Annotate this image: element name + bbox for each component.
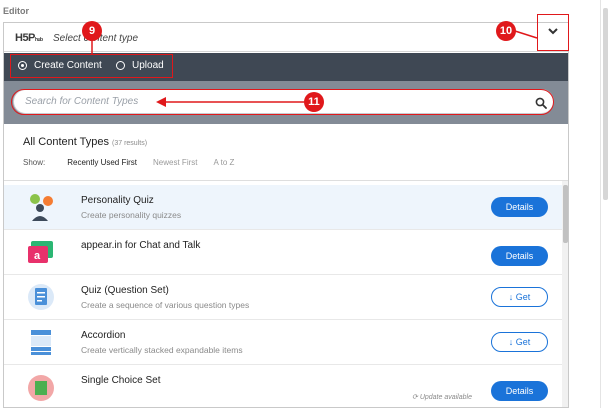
list-scrollbar[interactable]	[562, 181, 568, 407]
content-type-title: Single Choice Set	[81, 375, 161, 386]
single-choice-icon	[28, 375, 54, 401]
content-types-title: All Content Types	[23, 136, 110, 148]
appear-in-icon: a	[28, 241, 53, 263]
details-button[interactable]: Details	[491, 381, 548, 401]
editor-root: Editor H5Phub Select content type Create…	[0, 0, 610, 408]
content-type-title: Quiz (Question Set)	[81, 285, 169, 296]
content-type-title: Personality Quiz	[81, 195, 154, 206]
list-item[interactable]: Personality Quiz Create personality quiz…	[4, 185, 562, 230]
download-arrow-icon: ↓	[508, 337, 516, 347]
content-type-description: Create vertically stacked expandable ite…	[81, 345, 243, 355]
annotation-9-box	[10, 54, 173, 78]
content-type-panel: H5Phub Select content type Create Conten…	[3, 22, 569, 408]
content-type-description: Create personality quizzes	[81, 210, 182, 220]
list-item[interactable]: Accordion Create vertically stacked expa…	[4, 320, 562, 365]
annotation-badge: 10	[496, 21, 516, 41]
sort-a-to-z[interactable]: A to Z	[213, 158, 234, 167]
page-scrollbar[interactable]	[600, 0, 610, 408]
update-available-note: ⟳ Update available	[412, 394, 472, 401]
refresh-icon: ⟳	[412, 394, 420, 401]
list-scroll-thumb[interactable]	[563, 185, 568, 243]
list-item[interactable]: a appear.in for Chat and Talk Details	[4, 230, 562, 275]
content-type-list: Personality Quiz Create personality quiz…	[4, 185, 562, 407]
list-item[interactable]: Single Choice Set ⟳ Update available Det…	[4, 365, 562, 407]
accordion-icon	[31, 330, 51, 355]
get-button[interactable]: ↓ Get	[491, 287, 548, 307]
content-type-title: appear.in for Chat and Talk	[81, 240, 201, 251]
divider	[4, 180, 568, 181]
list-item[interactable]: Quiz (Question Set) Create a sequence of…	[4, 275, 562, 320]
get-button[interactable]: ↓ Get	[491, 332, 548, 352]
content-type-title: Accordion	[81, 330, 126, 341]
sort-label: Show:	[23, 158, 46, 167]
sort-recently-used[interactable]: Recently Used First	[67, 158, 137, 167]
annotation-11-box	[11, 89, 554, 115]
sort-options: Show: Recently Used First Newest First A…	[23, 158, 250, 167]
page-scroll-thumb[interactable]	[603, 8, 608, 200]
quiz-icon	[28, 284, 54, 310]
get-button-label: Get	[515, 292, 531, 302]
download-arrow-icon: ↓	[508, 292, 516, 302]
svg-text:a: a	[34, 250, 41, 262]
annotation-badge: 11	[304, 92, 324, 112]
details-button[interactable]: Details	[491, 197, 548, 217]
content-types-heading: All Content Types (37 results)	[23, 136, 147, 148]
get-button-label: Get	[515, 337, 531, 347]
editor-label: Editor	[3, 6, 29, 16]
h5p-logo: H5Phub	[15, 32, 43, 44]
annotation-10-box	[537, 14, 569, 51]
personality-quiz-icon	[30, 194, 53, 221]
results-count: (37 results)	[112, 140, 148, 147]
details-button[interactable]: Details	[491, 246, 548, 266]
sort-newest-first[interactable]: Newest First	[153, 158, 197, 167]
content-type-description: Create a sequence of various question ty…	[81, 300, 250, 310]
annotation-badge: 9	[82, 21, 102, 41]
